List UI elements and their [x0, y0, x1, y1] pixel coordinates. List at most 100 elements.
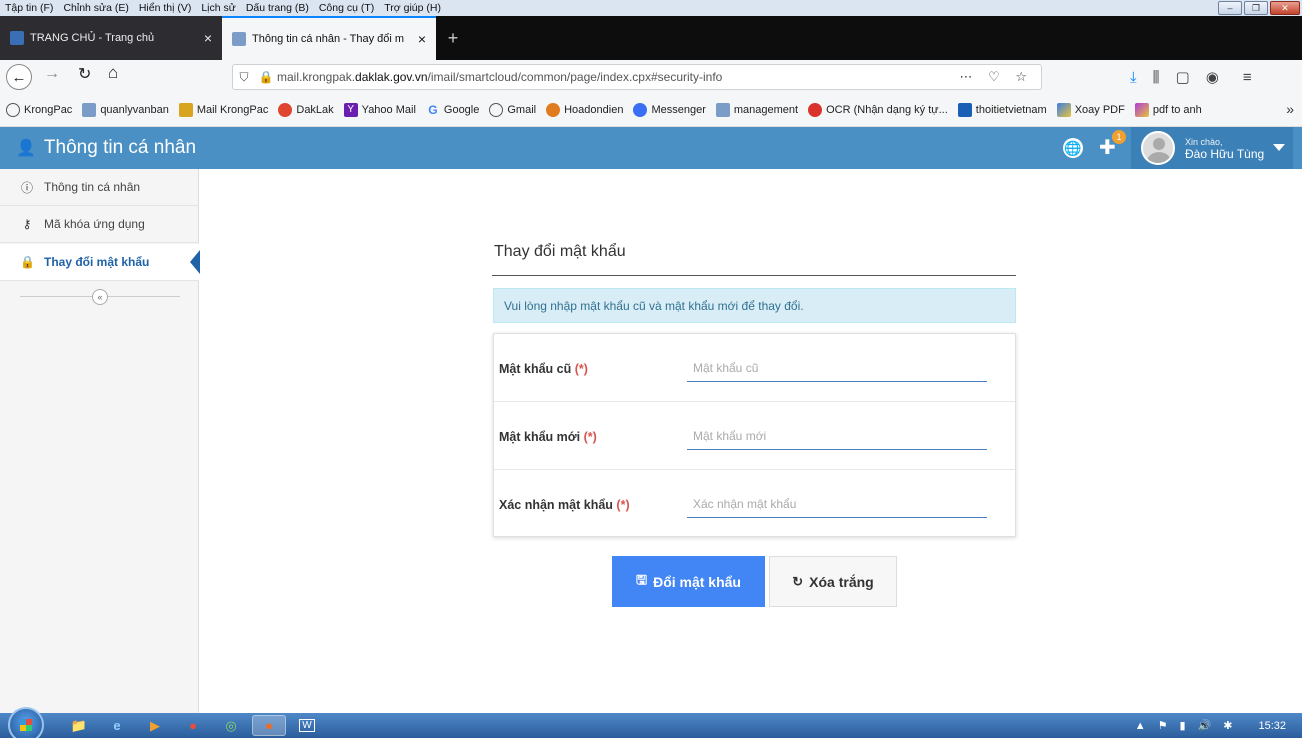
confirm-password-input[interactable] — [687, 490, 987, 518]
sidebar-item-app-keys[interactable]: ⚷ Mã khóa ứng dụng — [0, 206, 199, 243]
bookmark[interactable]: Mail KrongPac — [178, 102, 268, 117]
media-player-icon[interactable]: ▶ — [138, 715, 172, 736]
bookmark[interactable]: DakLak — [278, 102, 334, 117]
bookmarks-more-button[interactable]: » — [1286, 101, 1294, 117]
menu-bookmarks[interactable]: Dấu trang (B) — [241, 2, 314, 14]
volume-icon[interactable]: 🔊 — [1198, 719, 1212, 732]
ie-icon[interactable]: e — [100, 715, 134, 736]
menu-history[interactable]: Lịch sử — [196, 2, 240, 14]
bookmark-icon — [1134, 102, 1149, 117]
bookmark[interactable]: quanlyvanban — [82, 102, 169, 117]
bookmark[interactable]: Xoay PDF — [1056, 102, 1125, 117]
sidebar: ⓘ Thông tin cá nhân ⚷ Mã khóa ứng dụng 🔒… — [0, 169, 200, 713]
form-row-old-password: Mật khẩu cũ (*) — [494, 334, 1015, 402]
clear-button[interactable]: ↻ Xóa trắng — [769, 556, 897, 607]
page-actions[interactable]: ⋯ ♡ ☆ — [959, 69, 1041, 85]
caret-down-icon[interactable] — [1273, 144, 1285, 151]
refresh-icon: ↻ — [792, 573, 804, 589]
bookmark-icon — [278, 102, 293, 117]
download-icon[interactable]: ⤓ — [1130, 69, 1137, 86]
url-text[interactable]: mail.krongpak.daklak.gov.vn/imail/smartc… — [277, 70, 959, 84]
reload-button[interactable]: ↻ — [78, 64, 91, 84]
system-tray: ▲ ⚑ ▮ 🔊 ✱ 15:32 — [1092, 713, 1302, 738]
menu-icon[interactable]: ≡ — [1243, 69, 1252, 86]
back-button[interactable]: ← — [6, 64, 32, 90]
bookmark[interactable]: Gmail — [489, 102, 536, 117]
firefox-icon[interactable]: ● — [252, 715, 286, 736]
bookmark[interactable]: Hoadondien — [546, 102, 623, 117]
bookmark-icon — [715, 102, 730, 117]
taskbar: 📁 e ▶ ● ◎ ● W ▲ ⚑ ▮ 🔊 ✱ 15:32 — [0, 707, 1302, 738]
bookmark[interactable]: G Google — [426, 103, 479, 117]
forward-button[interactable]: → — [44, 65, 60, 83]
user-greeting: Xin chào, Đào Hữu Tùng — [1185, 136, 1264, 160]
chrome-icon[interactable]: ● — [176, 715, 210, 736]
old-password-label: Mật khẩu cũ (*) — [499, 362, 588, 376]
tab-close-icon[interactable]: × — [418, 31, 426, 47]
tab-thong-tin[interactable]: Thông tin cá nhân - Thay đổi m × — [222, 16, 436, 60]
info-alert: Vui lòng nhập mật khẩu cũ và mật khẩu mớ… — [493, 288, 1016, 323]
messenger-icon — [633, 102, 648, 117]
restore-button[interactable]: ❐ — [1244, 1, 1268, 15]
info-icon: ⓘ — [20, 180, 33, 195]
bookmark[interactable]: Messenger — [633, 102, 706, 117]
collapse-sidebar-button[interactable]: « — [92, 289, 108, 305]
globe-icon — [489, 102, 504, 117]
key-icon: ⚷ — [22, 217, 32, 231]
tab-trang-chu[interactable]: TRANG CHỦ - Trang chủ × — [0, 16, 222, 60]
account-icon[interactable]: ◉ — [1206, 68, 1219, 86]
bookmark[interactable]: OCR (Nhận dạng ký tự... — [808, 102, 948, 117]
page-title: 👤 Thông tin cá nhân — [16, 127, 196, 169]
clock[interactable]: 15:32 — [1258, 720, 1286, 732]
new-password-label: Mật khẩu mới (*) — [499, 430, 597, 444]
google-icon: G — [428, 102, 438, 117]
old-password-input[interactable] — [687, 354, 987, 382]
tab-close-icon[interactable]: × — [204, 30, 212, 46]
menu-help[interactable]: Trợ giúp (H) — [379, 2, 446, 14]
bookmark[interactable]: KrongPac — [6, 102, 72, 117]
app-icon[interactable]: ◎ — [214, 715, 248, 736]
close-window-button[interactable]: ✕ — [1270, 1, 1300, 15]
menu-edit[interactable]: Chỉnh sửa (E) — [58, 2, 133, 14]
sidebar-item-change-password[interactable]: 🔒 Thay đổi mật khẩu — [0, 244, 200, 281]
bookmark-icon — [82, 102, 97, 117]
tray-app-icon[interactable]: ✱ — [1223, 719, 1232, 732]
bookmark[interactable]: pdf to anh — [1134, 102, 1202, 117]
window-controls: – ❐ ✕ — [1218, 1, 1300, 15]
bookmark[interactable]: thoitietvietnam — [957, 102, 1047, 117]
bookmark-icon — [1056, 102, 1071, 117]
home-button[interactable]: ⌂ — [108, 63, 118, 83]
minimize-button[interactable]: – — [1218, 1, 1242, 15]
bookmark-icon — [957, 102, 972, 117]
explorer-icon[interactable]: 📁 — [62, 715, 96, 736]
sidebar-icon[interactable]: ▢ — [1176, 68, 1190, 86]
bookmark[interactable]: Y Yahoo Mail — [343, 102, 416, 117]
url-bar[interactable]: ⛉ 🔒 mail.krongpak.daklak.gov.vn/imail/sm… — [232, 64, 1042, 90]
bookmark[interactable]: management — [715, 102, 798, 117]
word-icon[interactable]: W — [290, 715, 324, 736]
network-icon[interactable]: ⚑ — [1158, 719, 1168, 732]
start-button[interactable] — [8, 707, 44, 738]
toolbar-right: ⤓ ⫼ ▢ ◉ ≡ — [1130, 64, 1252, 90]
tab-favicon-icon — [10, 31, 24, 45]
user-menu[interactable]: Xin chào, Đào Hữu Tùng — [1131, 127, 1293, 169]
shield-icon[interactable]: ⛉ — [233, 70, 255, 85]
globe-icon[interactable]: 🌐 — [1063, 138, 1083, 158]
new-tab-button[interactable]: + — [442, 16, 464, 60]
library-icon[interactable]: ⫼ — [1153, 69, 1160, 86]
sidebar-item-personal-info[interactable]: ⓘ Thông tin cá nhân — [0, 169, 199, 206]
change-password-label: Đổi mật khẩu — [653, 573, 741, 590]
insecure-lock-icon[interactable]: 🔒 — [255, 70, 277, 84]
yahoo-icon: Y — [343, 102, 358, 117]
menu-file[interactable]: Tập tin (F) — [0, 2, 58, 14]
tray-arrow-icon[interactable]: ▲ — [1135, 720, 1146, 732]
form-row-confirm-password: Xác nhận mật khẩu (*) — [494, 470, 1015, 538]
menu-view[interactable]: Hiển thị (V) — [134, 2, 197, 14]
menu-tools[interactable]: Công cụ (T) — [314, 2, 379, 14]
save-icon: 🖫 — [636, 571, 648, 587]
notification-badge: 1 — [1112, 130, 1126, 144]
signal-icon[interactable]: ▮ — [1179, 719, 1185, 732]
change-password-button[interactable]: 🖫 Đổi mật khẩu — [612, 556, 765, 607]
sidebar-item-label: Thông tin cá nhân — [44, 180, 141, 194]
new-password-input[interactable] — [687, 422, 987, 450]
